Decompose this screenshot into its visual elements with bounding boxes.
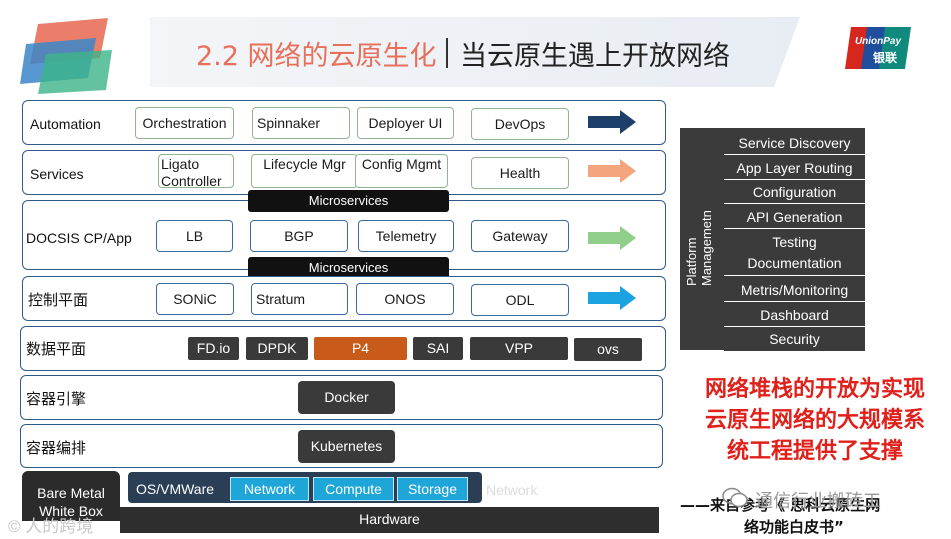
stratum-item: Stratum xyxy=(251,283,348,315)
docsis-label: DOCSIS CP/App xyxy=(26,230,132,246)
devops-item: DevOps xyxy=(471,108,569,140)
control-plane-label: 控制平面 xyxy=(28,292,89,309)
kubernetes-box: Kubernetes xyxy=(298,430,395,463)
pm-api-generation: API Generation xyxy=(724,205,865,229)
ligato-controller-item: Ligato Controller xyxy=(158,154,234,188)
pm-dashboard: Dashboard xyxy=(724,303,865,327)
compute-chip: Compute xyxy=(313,477,394,501)
sonic-item: SONiC xyxy=(156,283,234,315)
storage-chip: Storage xyxy=(397,477,468,501)
source-line-2: 络功能白皮书” xyxy=(744,518,844,536)
pm-metrics-monitoring: Metris/Monitoring xyxy=(724,278,865,302)
orchestration-item: Orchestration xyxy=(135,107,234,139)
config-mgmt-item: Config Mgmt xyxy=(355,154,448,188)
watermark-right: 通信行业搬砖工 xyxy=(755,491,881,511)
deployer-ui-item: Deployer UI xyxy=(357,107,454,139)
lb-item: LB xyxy=(156,220,233,252)
onos-item: ONOS xyxy=(356,283,454,315)
pm-testing-documentation: Testing Documentation xyxy=(724,230,865,276)
p4-chip: P4 xyxy=(314,337,407,360)
bgp-item: BGP xyxy=(250,220,348,252)
telemetry-item: Telemetry xyxy=(358,220,454,252)
wechat-icon xyxy=(722,487,748,509)
vpp-chip: VPP xyxy=(470,337,568,360)
pm-configuration: Configuration xyxy=(724,180,865,204)
ovs-chip: ovs xyxy=(574,338,642,361)
pm-app-layer-routing: App Layer Routing xyxy=(724,156,865,180)
os-vmware-label: OS/VMWare xyxy=(136,481,215,497)
svg-text:银联: 银联 xyxy=(873,50,897,65)
spinnaker-item: Spinnaker xyxy=(252,107,350,139)
svg-text:UnionPay: UnionPay xyxy=(855,36,902,47)
arrow-right-icon xyxy=(588,286,636,310)
services-label: Services xyxy=(30,166,84,182)
corner-logo-icon xyxy=(20,14,115,94)
platform-vertical-label: Platform Managemetn xyxy=(684,210,714,286)
page-title: 2.2 网络的云原生化 xyxy=(196,41,437,72)
lifecycle-mgr-item: Lifecycle Mgr xyxy=(251,154,358,188)
health-item: Health xyxy=(471,157,569,189)
title-divider xyxy=(446,38,448,68)
network-chip: Network xyxy=(230,477,309,501)
fdio-chip: FD.io xyxy=(188,337,239,360)
faded-network-label: Network xyxy=(486,482,538,498)
callout-line-3: 统工程提供了支撑 xyxy=(726,439,903,464)
odl-item: ODL xyxy=(471,284,569,316)
arrow-right-icon xyxy=(588,159,636,183)
callout-line-2: 云原生网络的大规模系 xyxy=(704,408,925,433)
arrow-right-icon xyxy=(588,110,636,134)
unionpay-logo: UnionPay 银联 xyxy=(845,27,911,69)
container-orch-label: 容器编排 xyxy=(26,440,87,457)
gateway-item: Gateway xyxy=(471,220,569,252)
automation-label: Automation xyxy=(30,116,101,132)
dpdk-chip: DPDK xyxy=(246,337,308,360)
docker-box: Docker xyxy=(298,381,395,414)
watermark-left: © 人的跨境 xyxy=(8,517,94,536)
data-plane-label: 数据平面 xyxy=(26,341,87,358)
page-subtitle: 当云原生遇上开放网络 xyxy=(460,41,730,72)
callout-line-1: 网络堆栈的开放为实现 xyxy=(704,377,925,402)
sai-chip: SAI xyxy=(413,337,463,360)
container-engine-label: 容器引擎 xyxy=(26,391,87,408)
pm-service-discovery: Service Discovery xyxy=(724,131,865,155)
pm-security: Security xyxy=(724,327,865,351)
hardware-bar: Hardware xyxy=(120,507,659,533)
microservices-top-bar: Microservices xyxy=(248,190,449,212)
arrow-right-icon xyxy=(588,226,636,250)
